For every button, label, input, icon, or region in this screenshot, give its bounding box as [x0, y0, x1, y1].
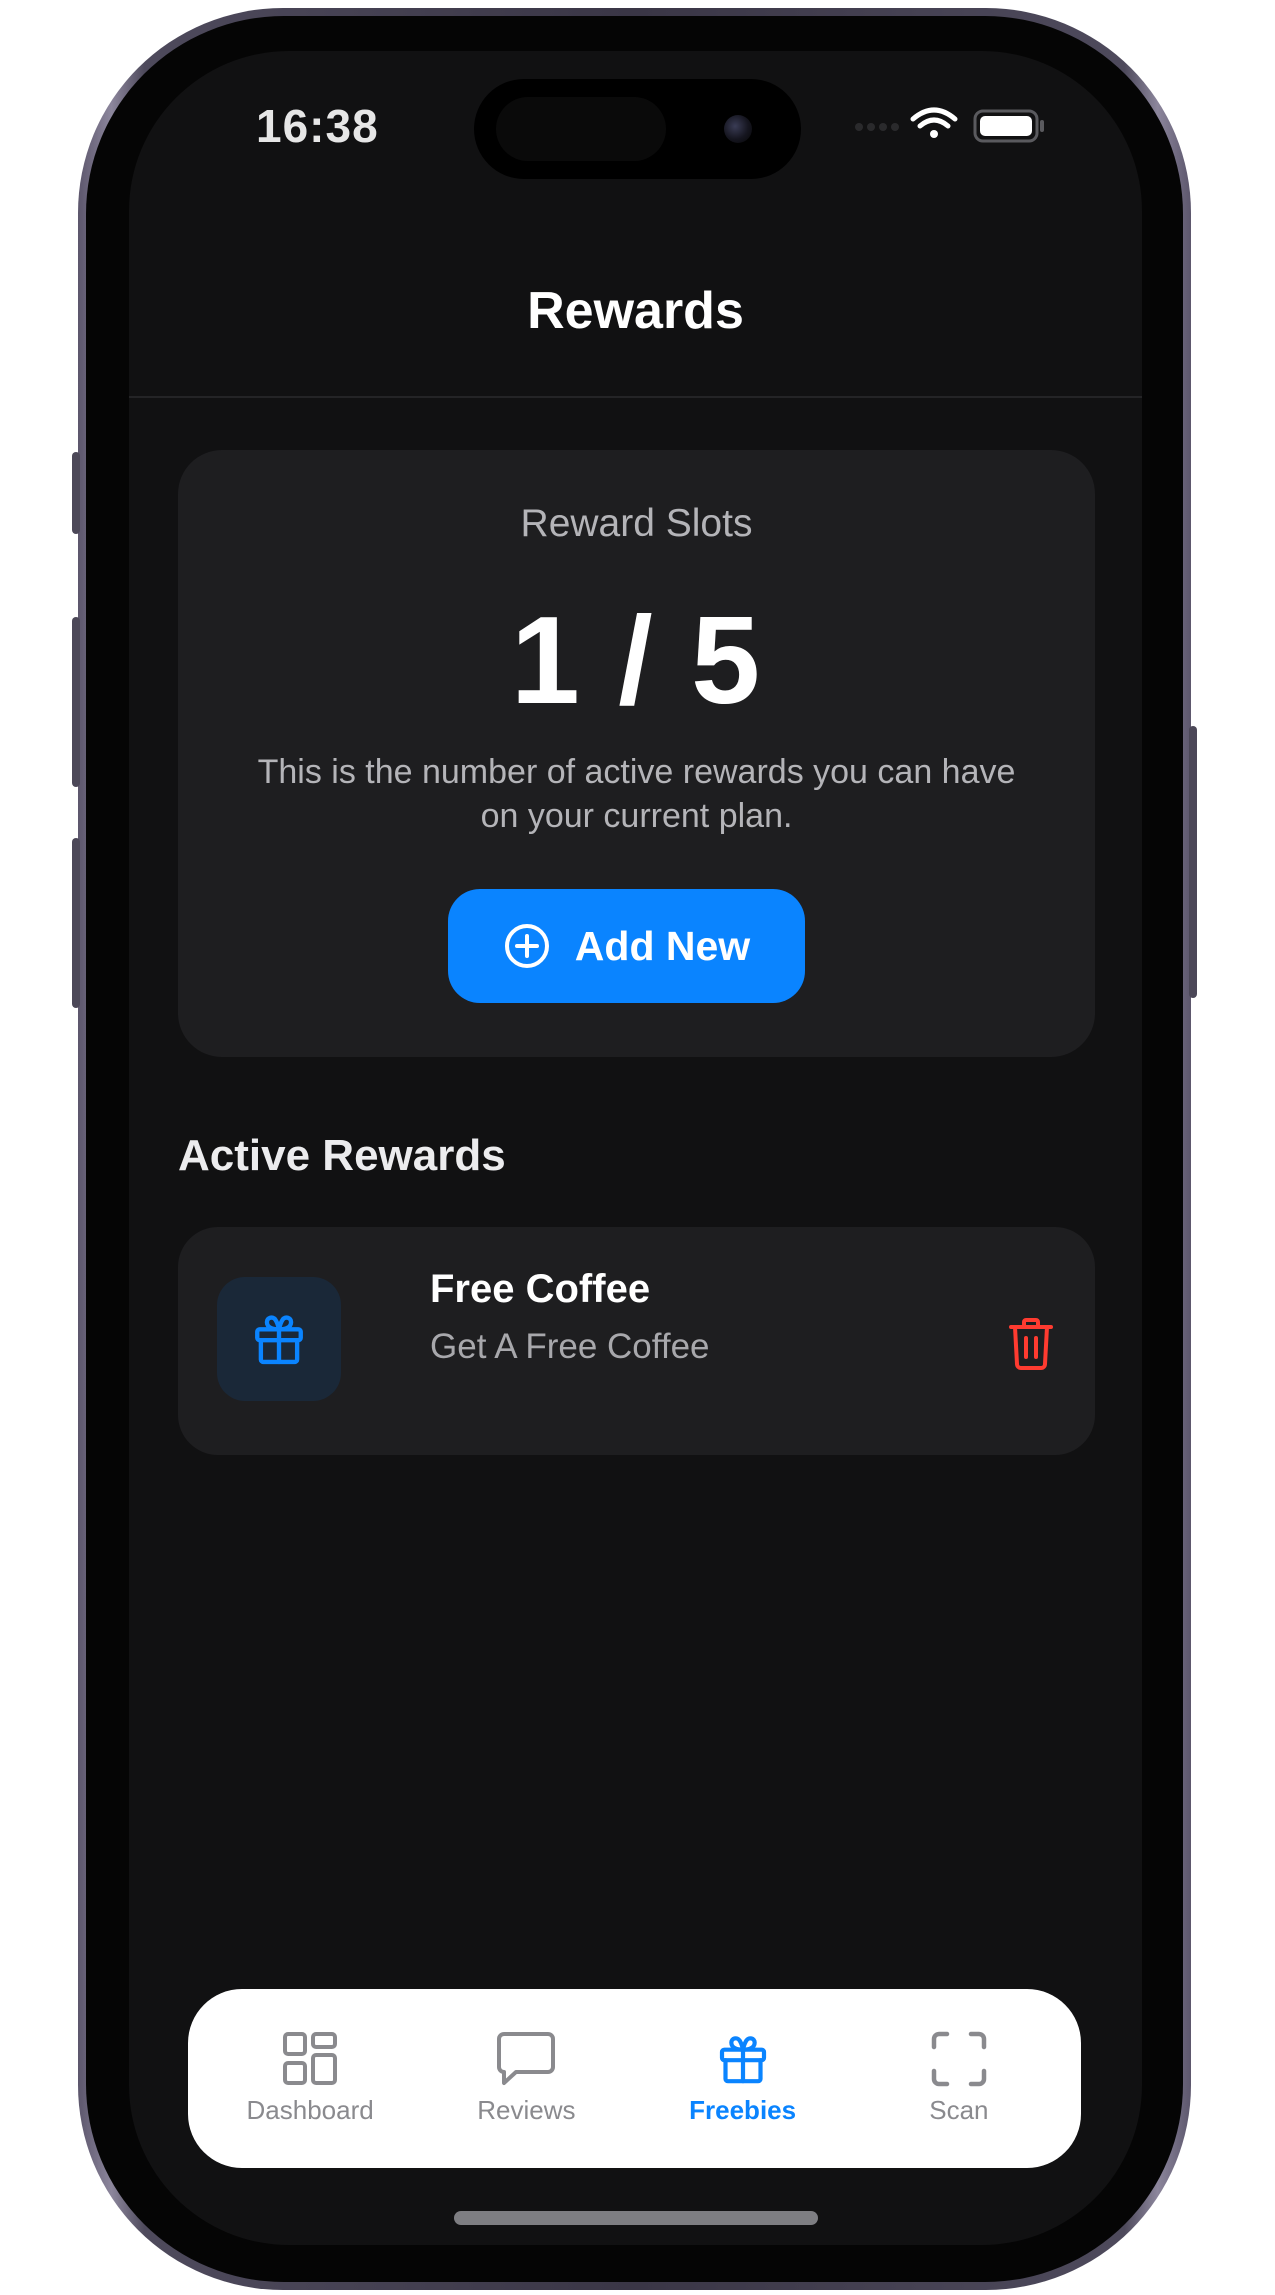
reward-slots-card: Reward Slots 1 / 5 This is the number of…: [178, 450, 1095, 1057]
status-icons: [855, 107, 1044, 143]
action-button: [72, 452, 80, 534]
tab-label: Freebies: [689, 2095, 797, 2125]
reward-name: Free Coffee: [430, 1267, 651, 1311]
add-new-label: Add New: [574, 922, 751, 969]
wifi-icon: [910, 107, 958, 138]
delete-reward-button[interactable]: [1000, 1313, 1062, 1375]
dynamic-island: [474, 79, 801, 179]
volume-down-button: [72, 838, 80, 1008]
reward-slots-label: Reward Slots: [520, 502, 753, 545]
tab-dashboard[interactable]: Dashboard: [210, 2031, 410, 2126]
home-indicator[interactable]: [454, 2211, 818, 2225]
reward-icon-box: [217, 1277, 341, 1401]
chat-bubble-icon: [497, 2032, 556, 2085]
add-new-button[interactable]: Add New: [448, 889, 805, 1003]
tab-freebies[interactable]: Freebies: [643, 2031, 843, 2126]
active-rewards-title: Active Rewards: [178, 1131, 506, 1180]
tab-label: Dashboard: [246, 2095, 374, 2125]
app-screen: 16:38 Rewards Reward Slots 1 / 5 This is…: [129, 51, 1142, 2245]
trash-icon: [1009, 1318, 1053, 1370]
plus-circle-icon: [504, 924, 549, 968]
reward-slots-description: This is the number of active rewards you…: [257, 753, 1016, 835]
tab-label: Reviews: [477, 2095, 576, 2125]
reward-list-item[interactable]: Free Coffee Get A Free Coffee: [178, 1227, 1095, 1455]
signal-icon: [855, 123, 899, 131]
reward-slots-count: 1 / 5: [510, 592, 763, 730]
tab-bar: Dashboard Reviews Freebies Scan: [188, 1989, 1081, 2168]
power-button: [1189, 726, 1197, 998]
tab-scan[interactable]: Scan: [859, 2031, 1059, 2126]
gift-icon: [255, 1315, 303, 1365]
gift-icon: [719, 2036, 766, 2084]
status-time: 16:38: [256, 100, 379, 152]
scan-frame-icon: [931, 2031, 987, 2087]
tab-reviews[interactable]: Reviews: [426, 2031, 626, 2126]
volume-up-button: [72, 617, 80, 787]
grid-icon: [283, 2032, 338, 2085]
camera-icon: [724, 115, 752, 143]
tab-label: Scan: [929, 2095, 989, 2125]
header-divider: [129, 396, 1142, 398]
battery-icon: [973, 109, 1044, 143]
page-title: Rewards: [527, 282, 744, 340]
reward-description: Get A Free Coffee: [430, 1327, 710, 1366]
page: 16:38 Rewards Reward Slots 1 / 5 This is…: [0, 0, 1275, 2295]
